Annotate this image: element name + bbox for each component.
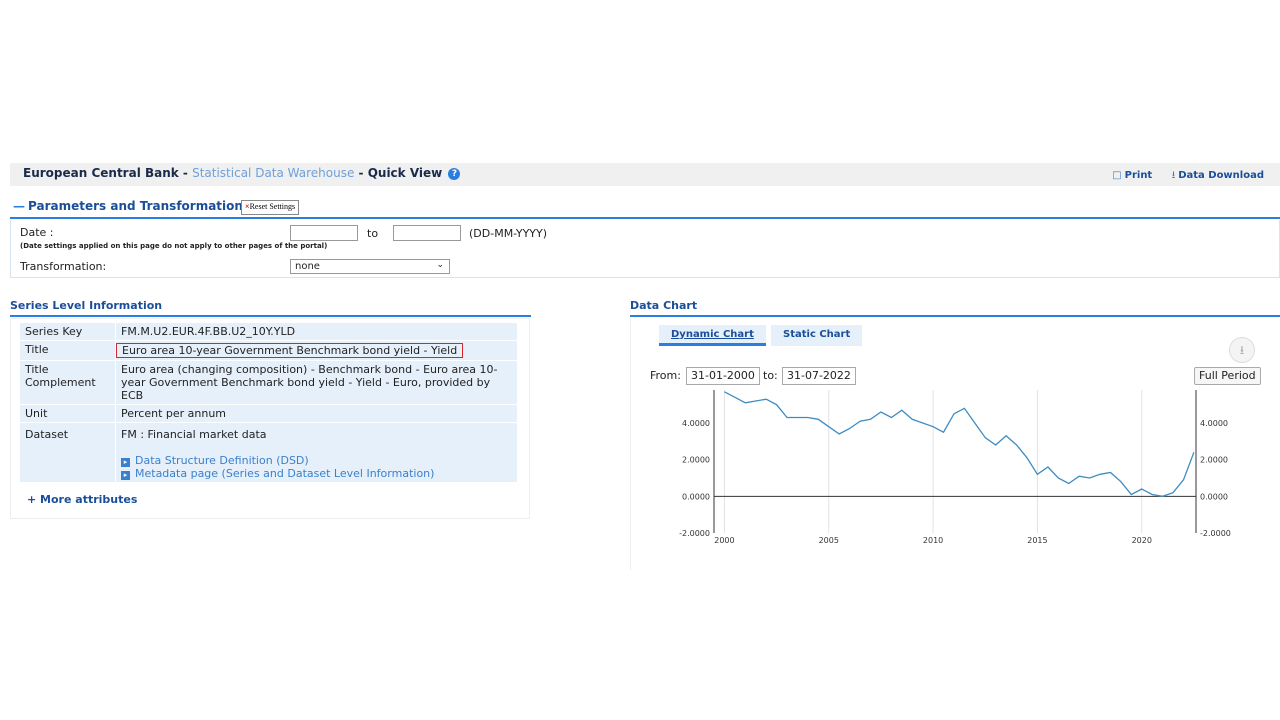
x-tick-label: 2000	[714, 536, 734, 545]
y-tick-label-right: 4.0000	[1200, 419, 1228, 428]
to-label: to:	[763, 369, 778, 382]
chart-from-input[interactable]: 31-01-2000	[686, 367, 760, 385]
title-complement-label: Title Complement	[19, 360, 116, 405]
title-complement-value: Euro area (changing composition) - Bench…	[115, 360, 518, 405]
print-button[interactable]: □ Print	[1112, 170, 1152, 181]
y-tick-label-left: 2.0000	[682, 456, 710, 465]
date-from-input[interactable]	[290, 225, 358, 241]
top-bar: European Central Bank - Statistical Data…	[10, 163, 1280, 186]
full-period-button[interactable]: Full Period	[1194, 367, 1261, 385]
header-actions: □ Print ⭳ Data Download	[1096, 168, 1264, 185]
help-icon[interactable]: ?	[448, 168, 461, 180]
data-chart-rule	[630, 315, 1280, 317]
data-download-button[interactable]: ⭳ Data Download	[1172, 170, 1264, 181]
series-key-value: FM.M.U2.EUR.4F.BB.U2_10Y.YLD	[115, 322, 518, 341]
series-info-heading: Series Level Information	[10, 299, 163, 312]
y-tick-label-left: 0.0000	[682, 492, 710, 501]
tab-static-chart[interactable]: Static Chart	[771, 325, 863, 346]
portal-link[interactable]: Statistical Data Warehouse	[192, 166, 354, 180]
date-to-input[interactable]	[393, 225, 461, 241]
parameters-rule	[10, 217, 1280, 219]
transformation-label: Transformation:	[20, 260, 107, 273]
dsd-link[interactable]: ▸ Data Structure Definition (DSD)	[121, 454, 512, 467]
more-attributes-link[interactable]: + More attributes	[27, 493, 137, 506]
tab-dynamic-chart[interactable]: Dynamic Chart	[659, 325, 766, 346]
yield-line-chart: 2000 2005 2010 2015 2020 4.0000 4.0000 2.0000 2.…	[679, 390, 1231, 545]
y-tick-label-right: 2.0000	[1200, 456, 1228, 465]
unit-value: Percent per annum	[115, 404, 518, 423]
y-tick-label-left: -2.0000	[679, 529, 710, 538]
date-note: (Date settings applied on this page do n…	[20, 242, 328, 250]
arrow-right-icon: ▸	[121, 458, 130, 467]
table-row: Title Complement Euro area (changing com…	[19, 360, 518, 405]
y-tick-label-left: 4.0000	[682, 419, 710, 428]
parameters-heading[interactable]: — Parameters and Transformations	[13, 199, 250, 213]
table-row: Dataset FM : Financial market data ▸ Data…	[19, 422, 518, 483]
series-key-label: Series Key	[19, 322, 116, 341]
x-tick-label: 2005	[819, 536, 839, 545]
series-info-rule	[10, 315, 531, 317]
chevron-down-icon: ⌄	[436, 260, 444, 270]
series-info-table: Series Key FM.M.U2.EUR.4F.BB.U2_10Y.YLD …	[19, 322, 518, 483]
from-label: From:	[650, 369, 681, 382]
transformation-select[interactable]: none ⌄	[290, 259, 450, 274]
table-row: Series Key FM.M.U2.EUR.4F.BB.U2_10Y.YLD	[19, 322, 518, 341]
y-tick-label-right: 0.0000	[1200, 492, 1228, 501]
chart-download-icon[interactable]: ⭳	[1229, 337, 1255, 363]
arrow-right-icon: ▸	[121, 471, 130, 480]
dataset-value: FM : Financial market data	[121, 428, 267, 441]
chart-to-input[interactable]: 31-07-2022	[782, 367, 856, 385]
series-line	[724, 391, 1195, 497]
view-name: Quick View	[367, 166, 443, 180]
unit-label: Unit	[19, 404, 116, 423]
collapse-icon: —	[13, 199, 25, 213]
table-row: Unit Percent per annum	[19, 404, 518, 423]
print-icon: □	[1112, 170, 1122, 181]
x-tick-label: 2010	[923, 536, 943, 545]
page-title: European Central Bank - Statistical Data…	[23, 166, 461, 180]
title-value-highlighted: Euro area 10-year Government Benchmark b…	[116, 343, 464, 358]
title-label: Title	[19, 340, 116, 361]
x-tick-label: 2020	[1132, 536, 1152, 545]
date-to-label: to	[367, 227, 379, 240]
x-tick-label: 2015	[1027, 536, 1047, 545]
chart-frame-line	[630, 318, 631, 570]
dataset-label: Dataset	[19, 422, 116, 483]
y-tick-label-right: -2.0000	[1200, 529, 1231, 538]
data-chart-heading: Data Chart	[630, 299, 698, 312]
reset-settings-button[interactable]: ×Reset Settings	[241, 200, 300, 215]
table-row: Title Euro area 10-year Government Bench…	[19, 340, 518, 361]
org-name: European Central Bank	[23, 166, 179, 180]
date-format-hint: (DD-MM-YYYY)	[469, 227, 548, 240]
download-icon: ⭳	[1171, 170, 1176, 181]
date-label: Date :	[20, 226, 54, 239]
metadata-link[interactable]: ▸ Metadata page (Series and Dataset Level…	[121, 467, 512, 480]
